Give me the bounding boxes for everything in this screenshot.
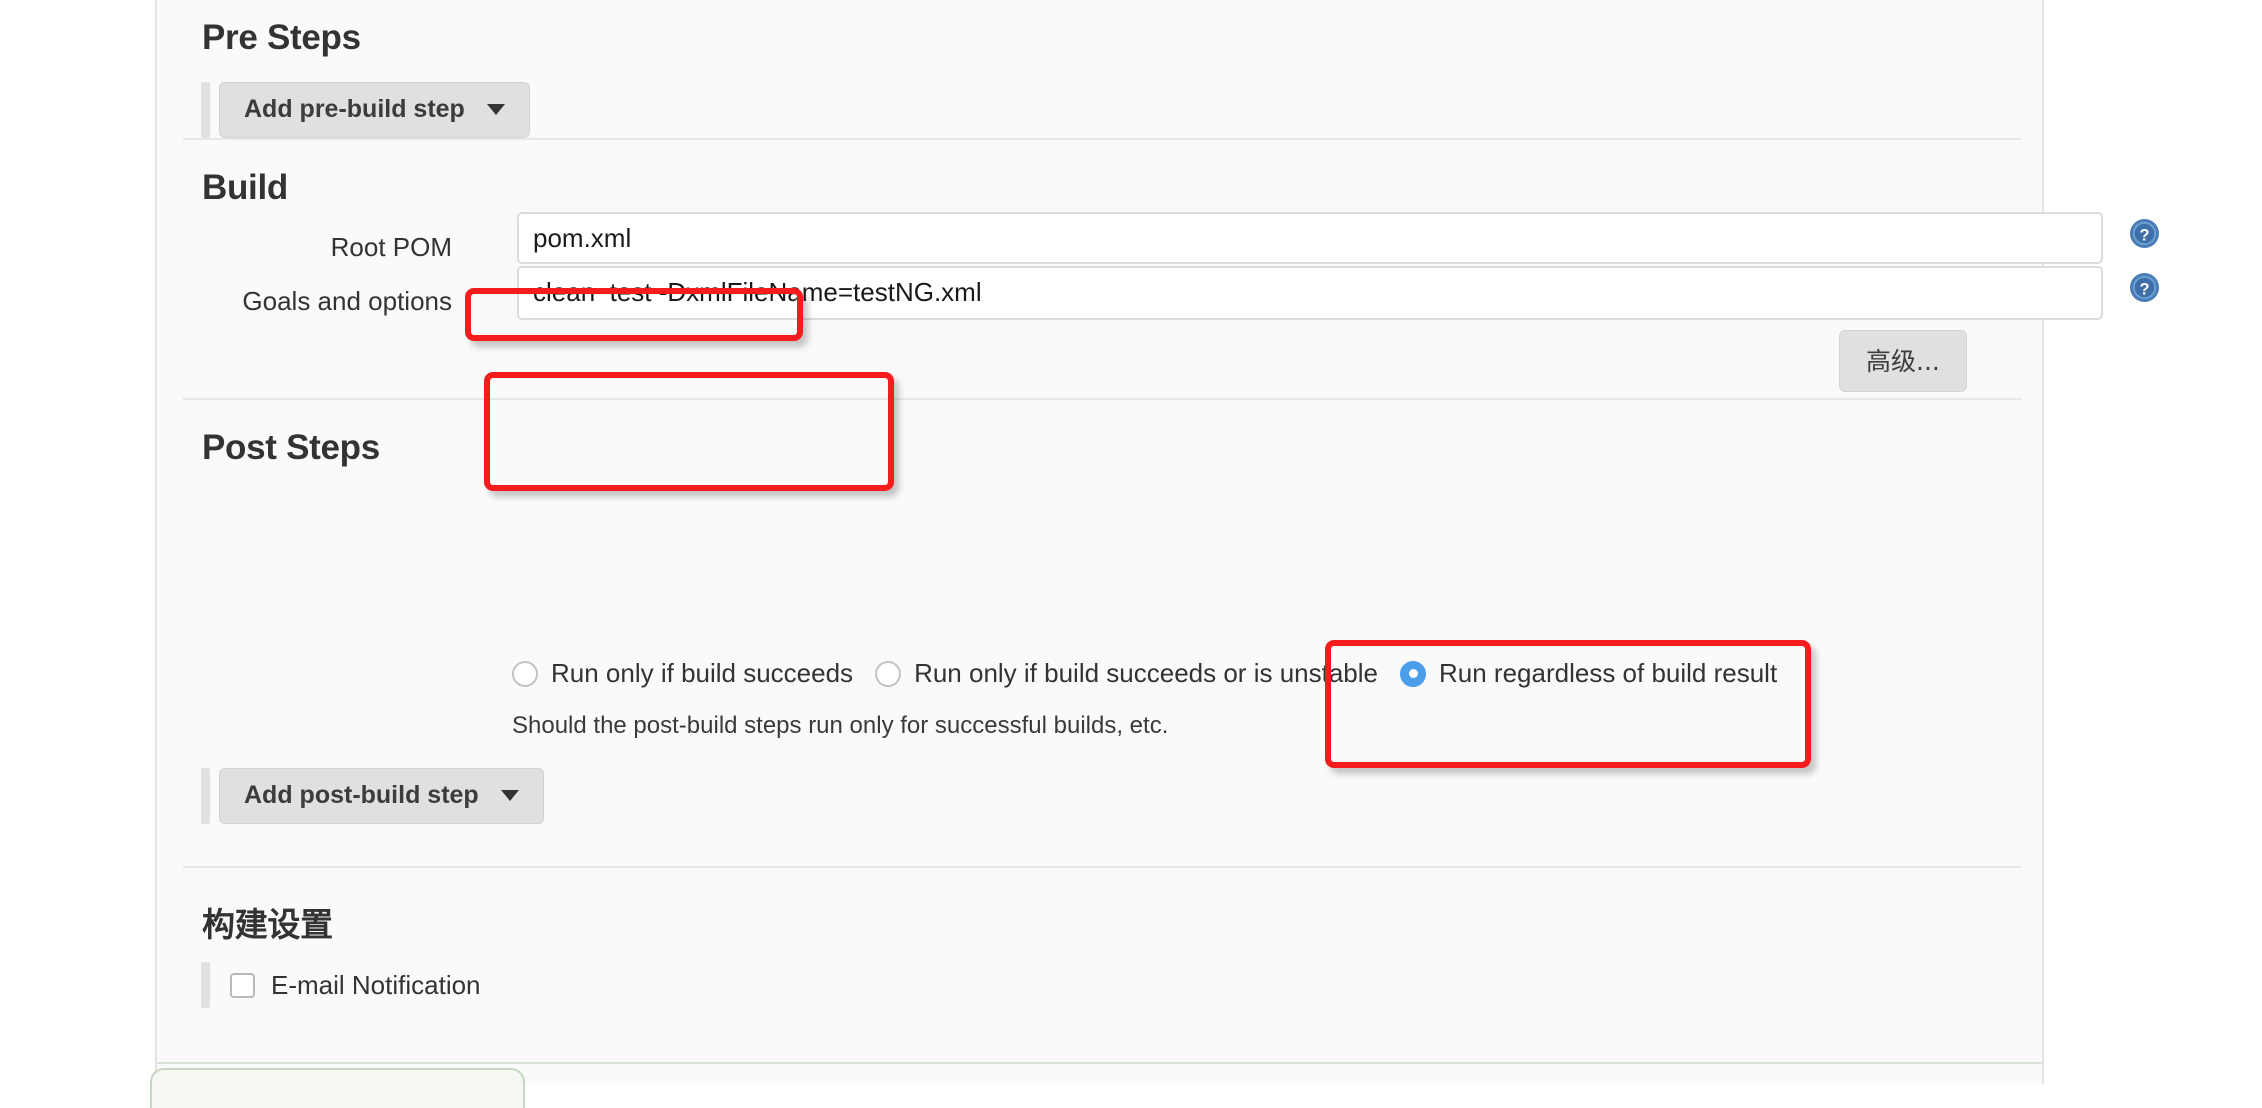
add-post-build-step-wrap: Add post-build step [201, 768, 544, 824]
add-post-build-step-label: Add post-build step [244, 781, 479, 809]
goals-and-options-input[interactable] [517, 266, 2103, 320]
radio-run-regardless-label: Run regardless of build result [1439, 658, 1778, 688]
build-settings-heading: 构建设置 [202, 905, 333, 944]
radio-dot-icon[interactable] [875, 660, 902, 687]
radio-run-if-succeeds-or-unstable[interactable]: Run only if build succeeds or is unstabl… [875, 658, 1378, 689]
radio-run-if-succeeds-or-unstable-label: Run only if build succeeds or is unstabl… [914, 658, 1378, 688]
radio-run-regardless[interactable]: Run regardless of build result [1400, 658, 1777, 689]
config-form-panel: Pre Steps Add pre-build step Build Root … [155, 0, 2160, 1084]
save-bar[interactable] [150, 1068, 525, 1108]
root-pom-input[interactable] [517, 212, 2103, 264]
post-steps-heading: Post Steps [202, 428, 380, 467]
email-notification-row: E-mail Notification [201, 962, 481, 1008]
add-pre-build-step-label: Add pre-build step [244, 95, 465, 123]
build-heading: Build [202, 168, 288, 207]
divider-build [183, 398, 2021, 400]
drag-handle-bar [201, 82, 210, 138]
svg-text:?: ? [2139, 226, 2149, 244]
radio-dot-icon[interactable] [512, 660, 538, 687]
post-steps-description: Should the post-build steps run only for… [512, 712, 1169, 739]
drag-handle-bar [201, 768, 210, 824]
divider-pre-build [183, 138, 2021, 140]
goals-and-options-label: Goals and options [242, 286, 452, 316]
chevron-down-icon [486, 104, 505, 115]
divider-post-build [183, 866, 2021, 868]
email-notification-label: E-mail Notification [271, 969, 481, 1000]
radio-run-if-succeeds-label: Run only if build succeeds [551, 658, 854, 688]
add-post-build-step-button[interactable]: Add post-build step [219, 768, 544, 824]
post-build-run-condition-group: Run only if build succeeds Run only if b… [512, 658, 1799, 689]
radio-dot-icon-selected[interactable] [1400, 660, 1426, 687]
root-pom-label: Root POM [330, 232, 452, 262]
pre-steps-heading: Pre Steps [202, 18, 361, 57]
email-notification-checkbox[interactable] [230, 972, 255, 998]
help-icon-goals-and-options[interactable]: ? [2129, 272, 2160, 303]
drag-handle-bar [201, 962, 210, 1008]
svg-text:?: ? [2139, 280, 2149, 298]
help-icon-root-pom[interactable]: ? [2129, 218, 2160, 249]
save-bar-divider [157, 1062, 2042, 1064]
radio-run-if-succeeds[interactable]: Run only if build succeeds [512, 658, 853, 689]
add-pre-build-step-wrap: Add pre-build step [201, 82, 530, 138]
chevron-down-icon [500, 790, 519, 801]
add-pre-build-step-button[interactable]: Add pre-build step [219, 82, 530, 138]
advanced-button[interactable]: 高级... [1839, 330, 1967, 392]
